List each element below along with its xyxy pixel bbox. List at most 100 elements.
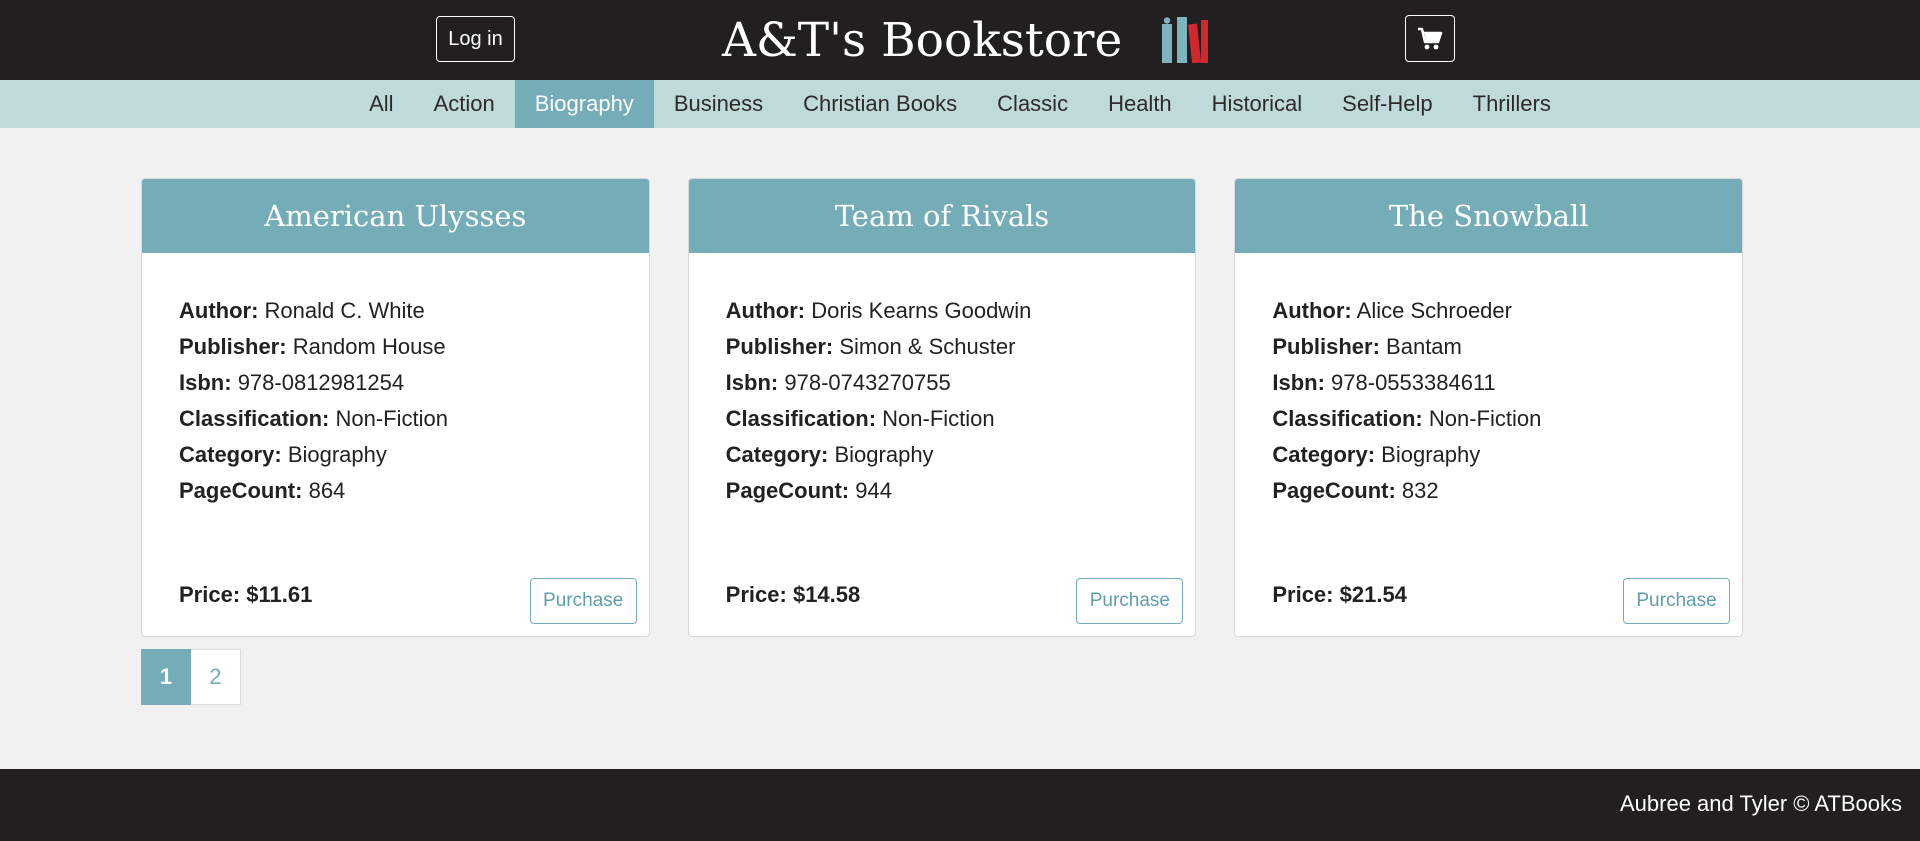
- book-title: Team of Rivals: [834, 199, 1050, 233]
- books-icon: [1162, 17, 1209, 63]
- publisher-row: Publisher: Random House: [179, 329, 649, 365]
- book-card: American Ulysses Author: Ronald C. White…: [141, 178, 650, 637]
- price-value: $14.58: [792, 582, 861, 607]
- pagecount-label: PageCount:: [725, 478, 850, 503]
- category-value: Biography: [834, 442, 934, 467]
- author-label: Author:: [725, 298, 806, 323]
- isbn-value: 978-0553384611: [1331, 370, 1496, 395]
- book-title: The Snowball: [1388, 199, 1589, 233]
- category-tab-christian-books[interactable]: Christian Books: [783, 80, 977, 128]
- publisher-label: Publisher:: [725, 334, 834, 359]
- book-details: Author: Doris Kearns Goodwin Publisher: …: [689, 253, 1196, 509]
- purchase-button[interactable]: Purchase: [1076, 578, 1184, 624]
- book-card-header: American Ulysses: [142, 179, 649, 253]
- isbn-label: Isbn:: [1272, 370, 1325, 395]
- category-tab-classic[interactable]: Classic: [977, 80, 1088, 128]
- shopping-cart-icon: [1418, 27, 1443, 49]
- category-tab-business[interactable]: Business: [654, 80, 783, 128]
- pagecount-value: 944: [855, 478, 892, 503]
- pagecount-row: PageCount: 944: [726, 473, 1196, 509]
- page-button-1[interactable]: 1: [141, 649, 191, 705]
- price: Price: $11.61: [179, 582, 312, 608]
- isbn-row: Isbn: 978-0743270755: [726, 365, 1196, 401]
- price: Price: $14.58: [726, 582, 861, 608]
- classification-row: Classification: Non-Fiction: [726, 401, 1196, 437]
- classification-value: Non-Fiction: [335, 406, 448, 431]
- cart-button[interactable]: [1405, 15, 1455, 62]
- isbn-value: 978-0743270755: [784, 370, 951, 395]
- book-card: Team of Rivals Author: Doris Kearns Good…: [687, 178, 1197, 637]
- category-tab-self-help[interactable]: Self-Help: [1322, 80, 1452, 128]
- classification-row: Classification: Non-Fiction: [1272, 401, 1742, 437]
- brand-title: A&T's Bookstore: [722, 12, 1123, 68]
- category-nav: All Action Biography Business Christian …: [0, 80, 1920, 128]
- price-label: Price:: [179, 582, 241, 607]
- purchase-button[interactable]: Purchase: [529, 578, 637, 624]
- category-tab-thrillers[interactable]: Thrillers: [1453, 80, 1571, 128]
- category-value: Biography: [1381, 442, 1481, 467]
- isbn-row: Isbn: 978-0553384611: [1272, 365, 1742, 401]
- top-header: Log in A&T's Bookstore: [0, 0, 1920, 80]
- category-label: Category:: [179, 442, 282, 467]
- pagecount-value: 864: [308, 478, 346, 503]
- category-row: Category: Biography: [726, 437, 1196, 473]
- footer-copyright: Aubree and Tyler © ATBooks: [1620, 791, 1902, 816]
- price-value: $11.61: [246, 582, 313, 607]
- purchase-button[interactable]: Purchase: [1623, 578, 1731, 624]
- book-card-header: Team of Rivals: [688, 179, 1196, 253]
- page-button-2[interactable]: 2: [191, 649, 241, 705]
- book-details: Author: Alice Schroeder Publisher: Banta…: [1235, 253, 1742, 509]
- author-row: Author: Ronald C. White: [179, 293, 649, 329]
- publisher-label: Publisher:: [179, 334, 287, 359]
- classification-value: Non-Fiction: [1428, 406, 1542, 431]
- category-tab-health[interactable]: Health: [1088, 80, 1192, 128]
- publisher-row: Publisher: Simon & Schuster: [726, 329, 1196, 365]
- author-row: Author: Alice Schroeder: [1272, 293, 1742, 329]
- login-button[interactable]: Log in: [436, 16, 515, 62]
- isbn-label: Isbn:: [179, 370, 232, 395]
- category-value: Biography: [287, 442, 387, 467]
- classification-row: Classification: Non-Fiction: [179, 401, 649, 437]
- publisher-row: Publisher: Bantam: [1272, 329, 1742, 365]
- price-value: $21.54: [1339, 582, 1407, 607]
- price: Price: $21.54: [1272, 582, 1407, 608]
- category-tab-biography[interactable]: Biography: [514, 80, 654, 128]
- isbn-value: 978-0812981254: [237, 370, 405, 395]
- classification-label: Classification:: [179, 406, 330, 431]
- pagecount-row: PageCount: 832: [1272, 473, 1742, 509]
- category-label: Category:: [725, 442, 829, 467]
- pagecount-label: PageCount:: [179, 478, 303, 503]
- pagecount-value: 832: [1401, 478, 1439, 503]
- category-tab-historical[interactable]: Historical: [1192, 80, 1322, 128]
- category-row: Category: Biography: [179, 437, 649, 473]
- book-title: American Ulysses: [264, 199, 527, 233]
- footer: Aubree and Tyler © ATBooks: [0, 769, 1920, 841]
- classification-label: Classification:: [725, 406, 877, 431]
- category-tab-action[interactable]: Action: [414, 80, 515, 128]
- category-tab-all[interactable]: All: [349, 80, 413, 128]
- book-card-header: The Snowball: [1235, 179, 1743, 253]
- brand[interactable]: A&T's Bookstore: [722, 8, 1210, 72]
- category-label: Category:: [1272, 442, 1376, 467]
- author-row: Author: Doris Kearns Goodwin: [726, 293, 1196, 329]
- publisher-label: Publisher:: [1272, 334, 1380, 359]
- isbn-label: Isbn:: [725, 370, 779, 395]
- price-label: Price:: [725, 582, 787, 607]
- category-row: Category: Biography: [1272, 437, 1742, 473]
- pagecount-label: PageCount:: [1272, 478, 1396, 503]
- classification-value: Non-Fiction: [882, 406, 995, 431]
- publisher-value: Bantam: [1386, 334, 1462, 359]
- author-value: Doris Kearns Goodwin: [811, 298, 1032, 323]
- isbn-row: Isbn: 978-0812981254: [179, 365, 649, 401]
- book-card-list: American Ulysses Author: Ronald C. White…: [141, 178, 1744, 637]
- publisher-value: Random House: [292, 334, 446, 359]
- author-value: Ronald C. White: [264, 298, 425, 323]
- author-value: Alice Schroeder: [1356, 298, 1512, 323]
- author-label: Author:: [1272, 298, 1352, 323]
- book-details: Author: Ronald C. White Publisher: Rando…: [142, 253, 649, 509]
- pagecount-row: PageCount: 864: [179, 473, 649, 509]
- publisher-value: Simon & Schuster: [839, 334, 1016, 359]
- book-card: The Snowball Author: Alice Schroeder Pub…: [1234, 178, 1744, 637]
- classification-label: Classification:: [1272, 406, 1423, 431]
- author-label: Author:: [179, 298, 259, 323]
